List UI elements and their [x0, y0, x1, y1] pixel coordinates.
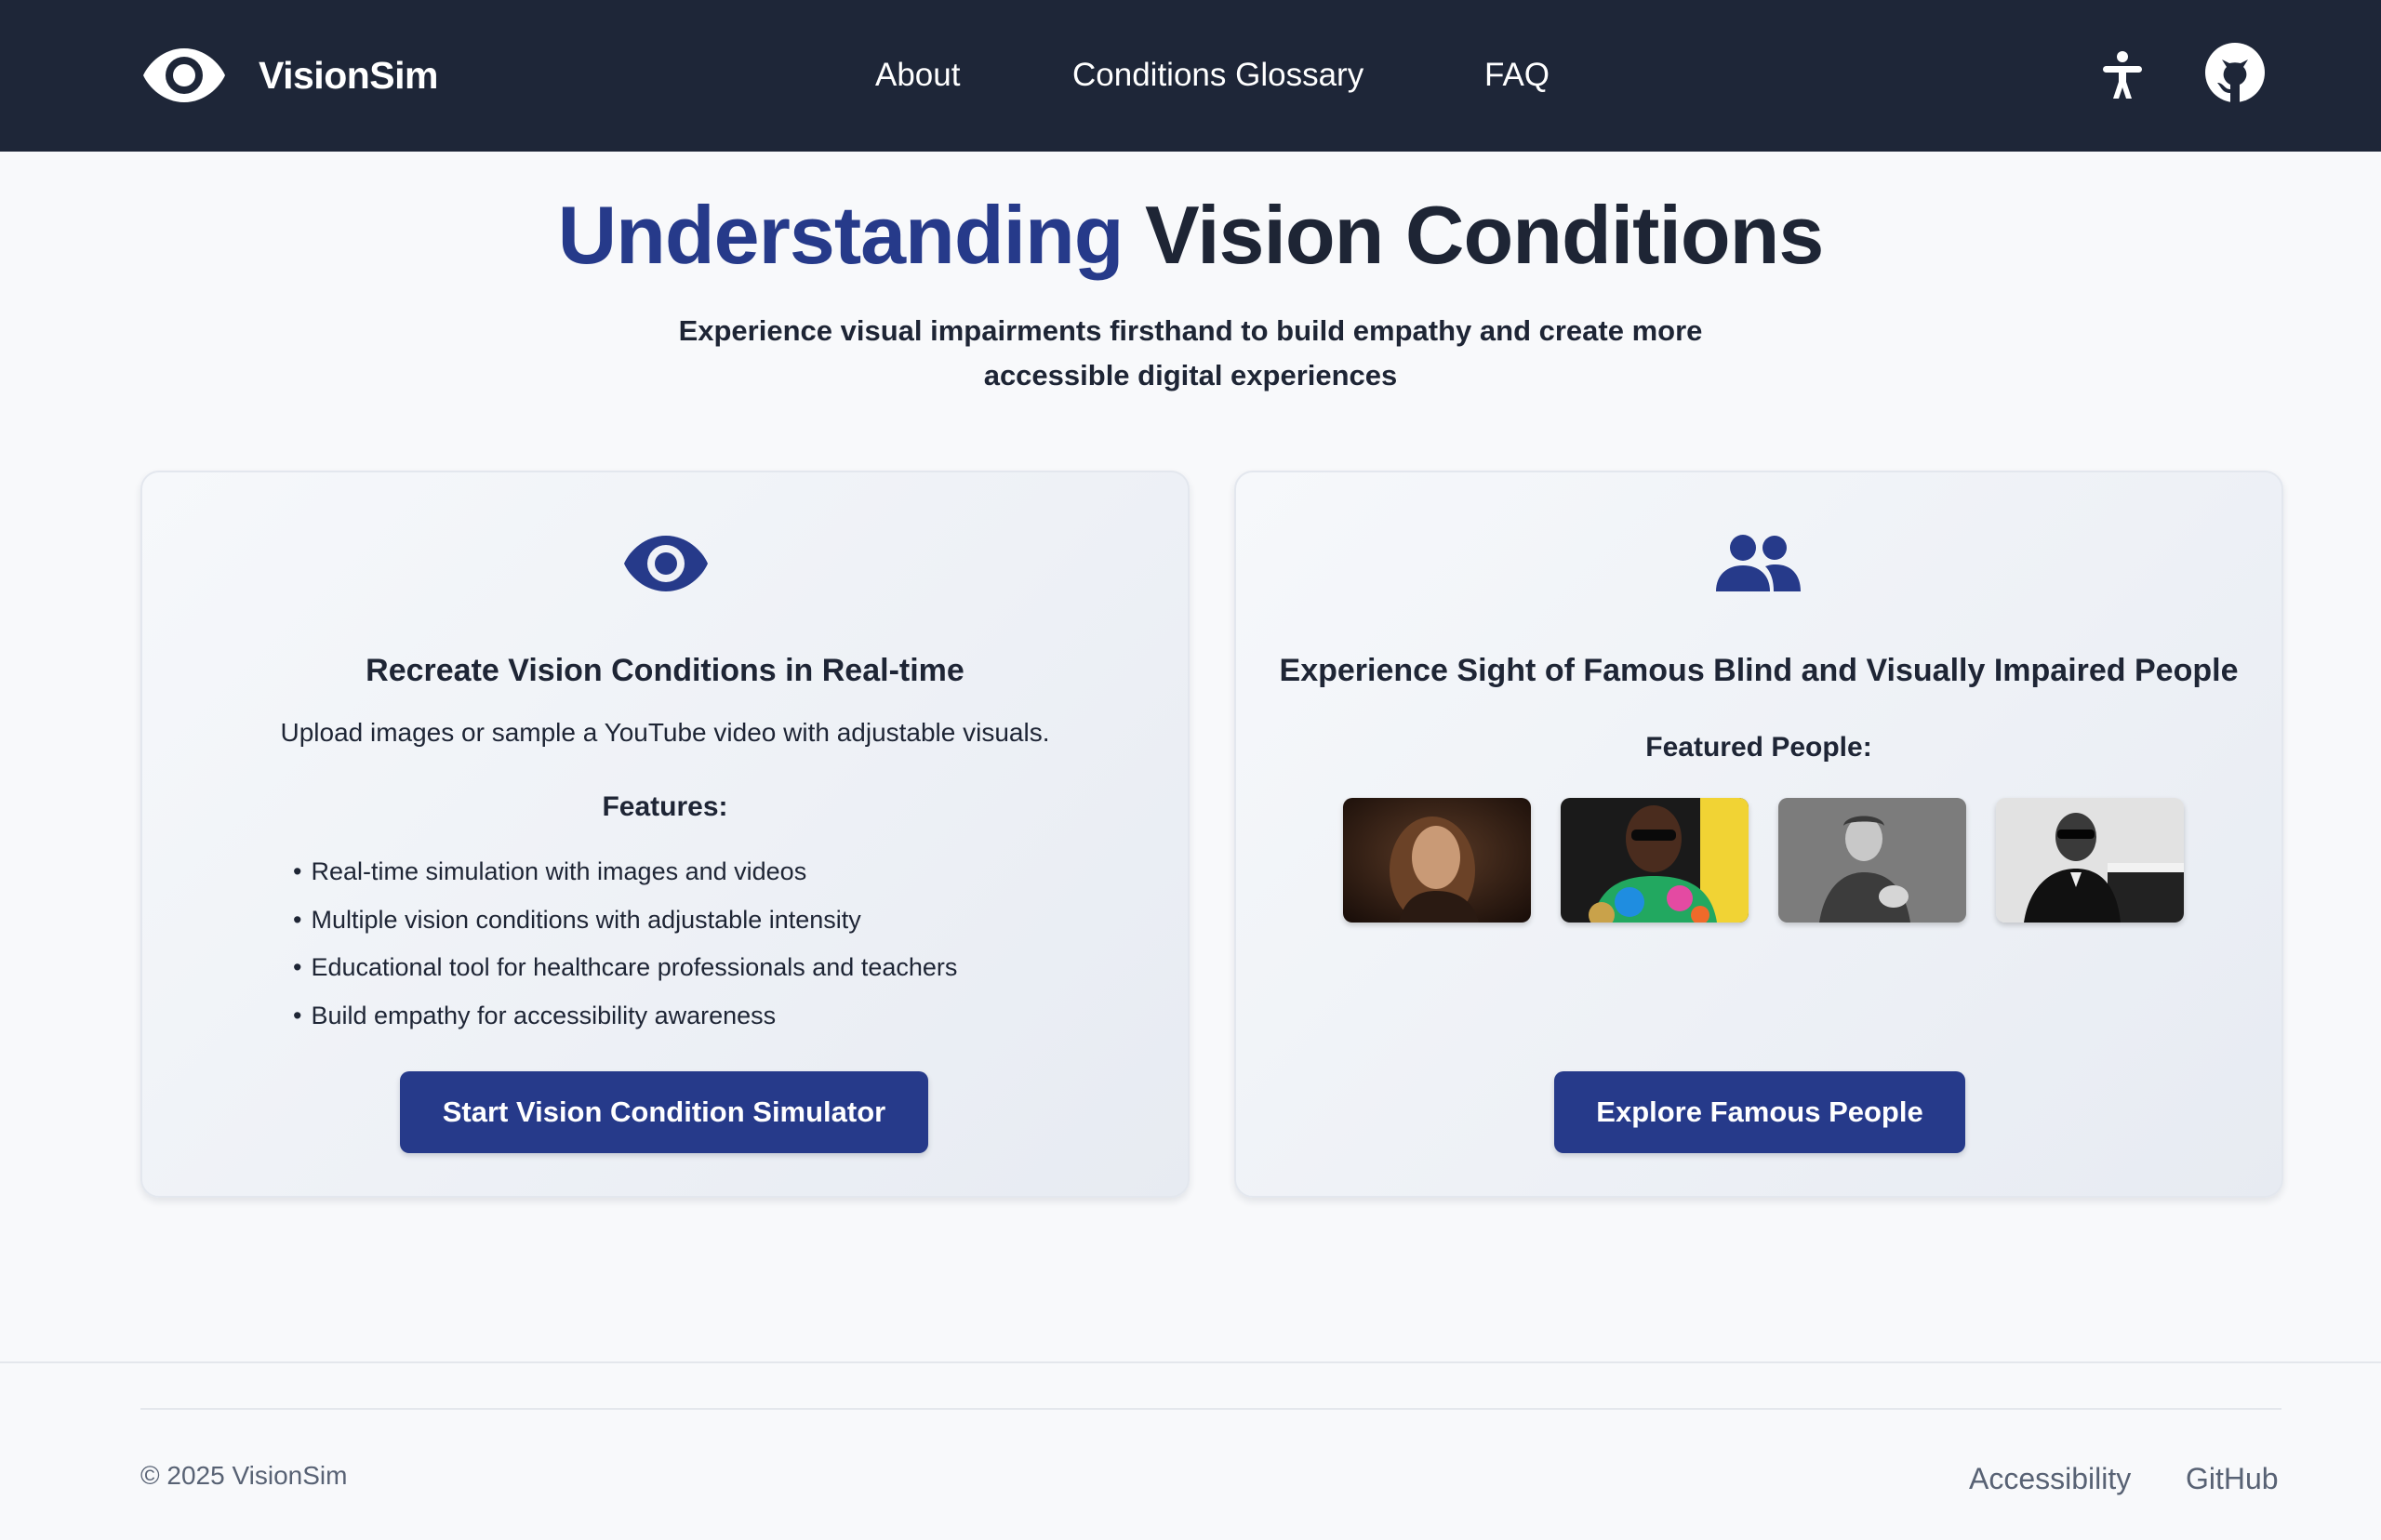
featured-person-thumbnail[interactable]	[1561, 798, 1749, 923]
nav-conditions-glossary[interactable]: Conditions Glossary	[1072, 54, 1363, 97]
features-list: Real-time simulation with images and vid…	[293, 848, 957, 1040]
github-icon	[2205, 43, 2265, 102]
page-subtitle: Experience visual impairments firsthand …	[678, 314, 1703, 392]
accessibility-icon	[2103, 51, 2142, 99]
simulator-card-title: Recreate Vision Conditions in Real-time	[366, 653, 964, 688]
feature-item: Educational tool for healthcare professi…	[293, 944, 957, 992]
featured-person-thumbnail[interactable]	[1996, 798, 2184, 923]
page-title-accent: Understanding	[557, 189, 1124, 281]
users-icon	[1716, 535, 1801, 591]
start-simulator-button[interactable]: Start Vision Condition Simulator	[400, 1071, 928, 1153]
eye-icon	[143, 48, 225, 102]
features-heading: Features:	[602, 791, 728, 822]
feature-item: Build empathy for accessibility awarenes…	[293, 992, 957, 1041]
footer-github-link[interactable]: GitHub	[2186, 1460, 2279, 1497]
portrait-vintage-woman-image	[1778, 798, 1966, 923]
portrait-piano-sunglasses-image	[1996, 798, 2184, 923]
simulator-card: Recreate Vision Conditions in Real-time …	[140, 471, 1190, 1198]
accessibility-button[interactable]	[2098, 50, 2147, 100]
explore-famous-people-button[interactable]: Explore Famous People	[1554, 1071, 1965, 1153]
brand-name: VisionSim	[259, 53, 438, 97]
famous-card-title: Experience Sight of Famous Blind and Vis…	[1279, 653, 2239, 688]
portrait-painting-image	[1343, 798, 1531, 923]
featured-people-heading: Featured People:	[1645, 732, 1872, 763]
featured-people-thumbnails	[1343, 798, 2184, 923]
page-title: Understanding Vision Conditions	[0, 184, 2381, 286]
top-navigation-bar: VisionSim About Conditions Glossary FAQ	[0, 0, 2381, 152]
footer-inner-divider	[140, 1408, 2281, 1410]
eye-icon	[624, 536, 708, 591]
footer-accessibility-link[interactable]: Accessibility	[1969, 1460, 2131, 1497]
copyright-text: © 2025 VisionSim	[140, 1461, 348, 1490]
footer-divider	[0, 1361, 2381, 1363]
portrait-sunglasses-colorful-image	[1561, 798, 1749, 923]
famous-people-card: Experience Sight of Famous Blind and Vis…	[1234, 471, 2283, 1198]
nav-about[interactable]: About	[875, 54, 960, 97]
featured-person-thumbnail[interactable]	[1778, 798, 1966, 923]
feature-item: Multiple vision conditions with adjustab…	[293, 896, 957, 945]
feature-item: Real-time simulation with images and vid…	[293, 848, 957, 896]
page-title-rest: Vision Conditions	[1144, 189, 1824, 281]
nav-faq[interactable]: FAQ	[1484, 54, 1550, 97]
github-button[interactable]	[2204, 42, 2266, 103]
simulator-card-description: Upload images or sample a YouTube video …	[280, 718, 1050, 747]
featured-person-thumbnail[interactable]	[1343, 798, 1531, 923]
brand-home-link[interactable]: VisionSim	[141, 41, 438, 110]
